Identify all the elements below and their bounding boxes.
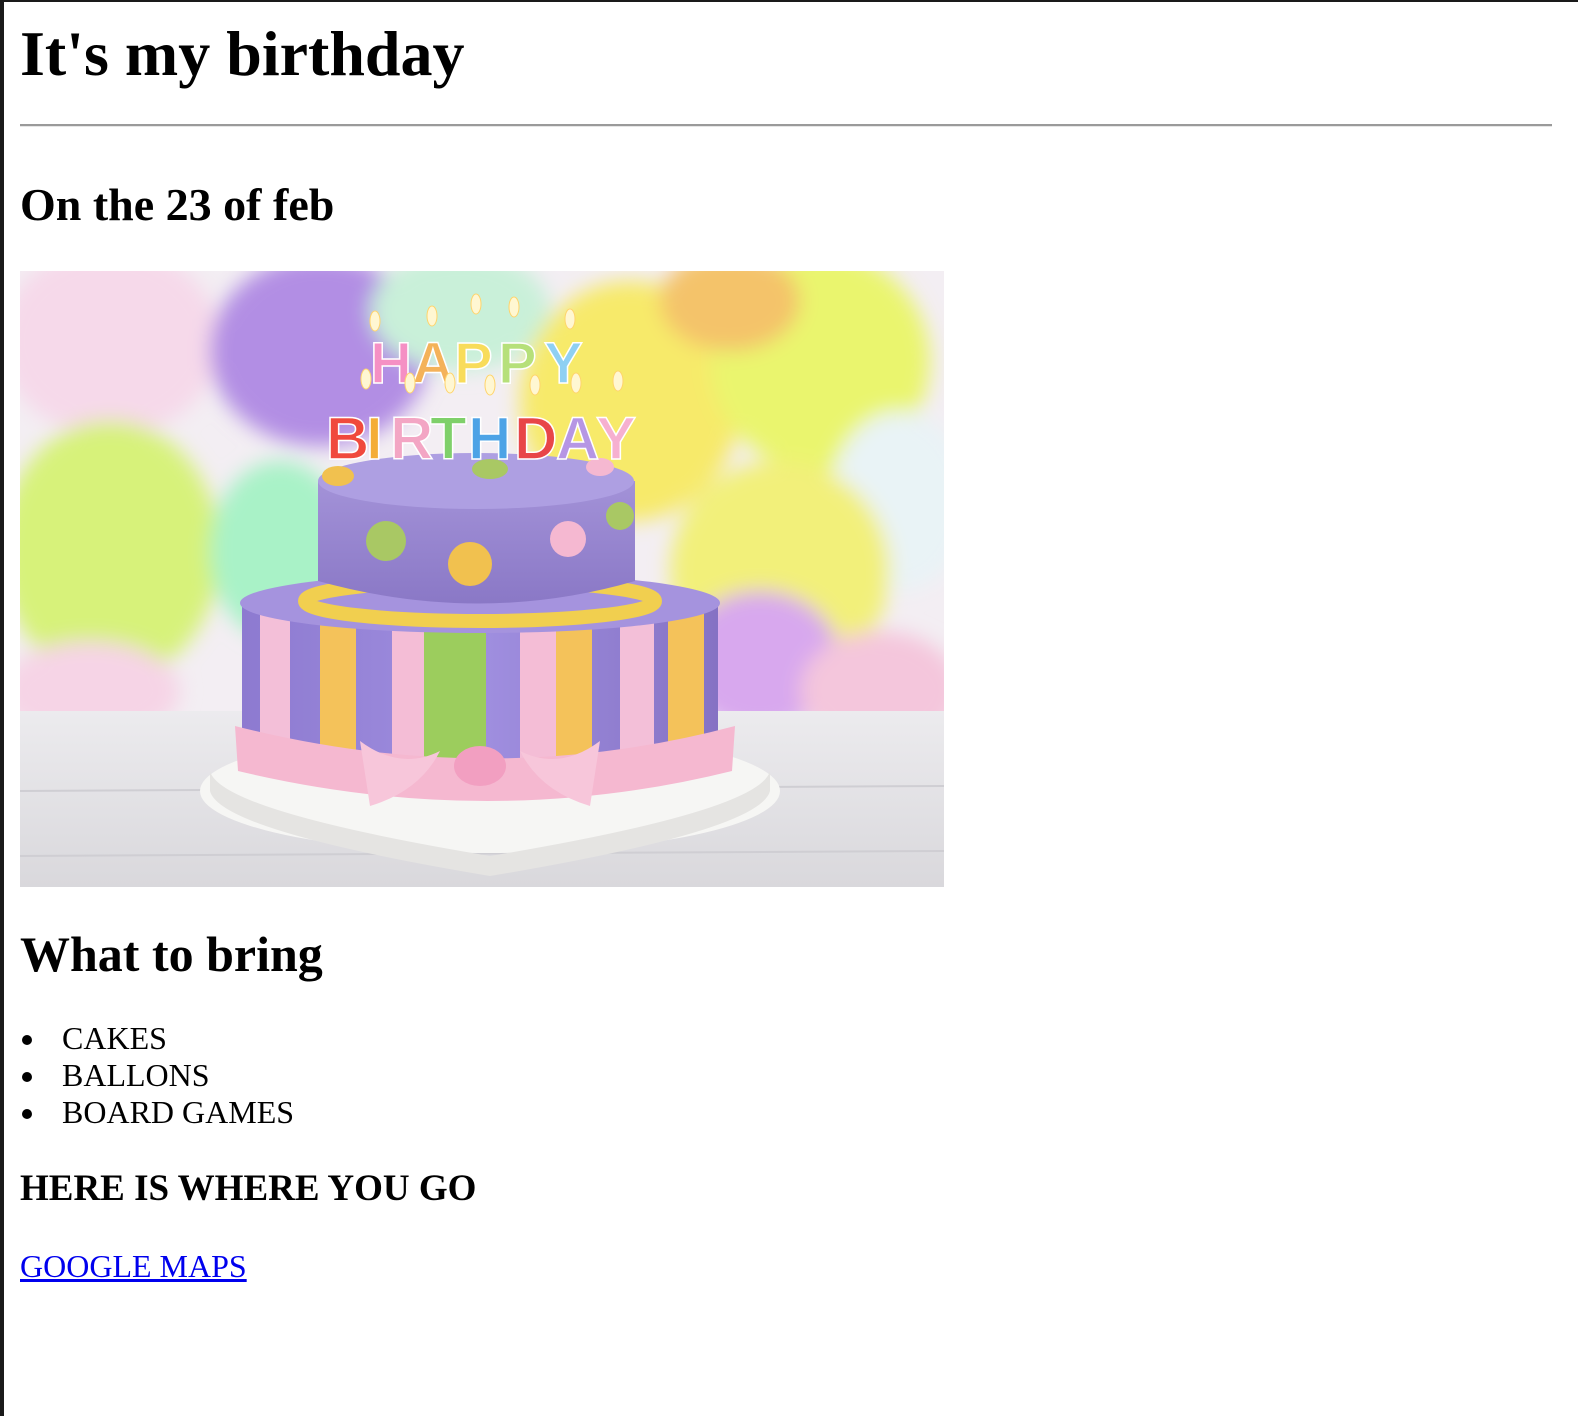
location-heading: HERE IS WHERE YOU GO [20, 1168, 477, 1209]
birthday-cake-image: H A P P Y B I R T H D A Y [20, 271, 944, 887]
svg-text:D: D [514, 405, 557, 472]
page-title: It's my birthday [20, 18, 465, 89]
svg-text:I: I [366, 405, 383, 472]
date-heading: On the 23 of feb [20, 179, 335, 230]
horizontal-rule [20, 124, 1552, 127]
list-item: CAKES [20, 1020, 294, 1057]
bullet-icon [22, 1072, 32, 1082]
list-item-label: BOARD GAMES [62, 1094, 295, 1130]
svg-text:H: H [468, 405, 511, 472]
bring-list: CAKES BALLONS BOARD GAMES [20, 1020, 294, 1131]
svg-text:R: R [390, 405, 433, 472]
svg-text:Y: Y [596, 405, 636, 472]
list-item-label: CAKES [62, 1020, 167, 1056]
list-item: BOARD GAMES [20, 1094, 294, 1131]
bullet-icon [22, 1035, 32, 1045]
window-top-border [0, 0, 1578, 2]
google-maps-link[interactable]: GOOGLE MAPS [20, 1247, 247, 1285]
svg-text:T: T [430, 405, 467, 472]
svg-text:A: A [556, 405, 599, 472]
list-item: BALLONS [20, 1057, 294, 1094]
bullet-icon [22, 1109, 32, 1119]
list-item-label: BALLONS [62, 1057, 210, 1093]
svg-text:B: B [326, 405, 369, 472]
bring-heading: What to bring [20, 926, 323, 982]
window-left-border [0, 0, 4, 1416]
